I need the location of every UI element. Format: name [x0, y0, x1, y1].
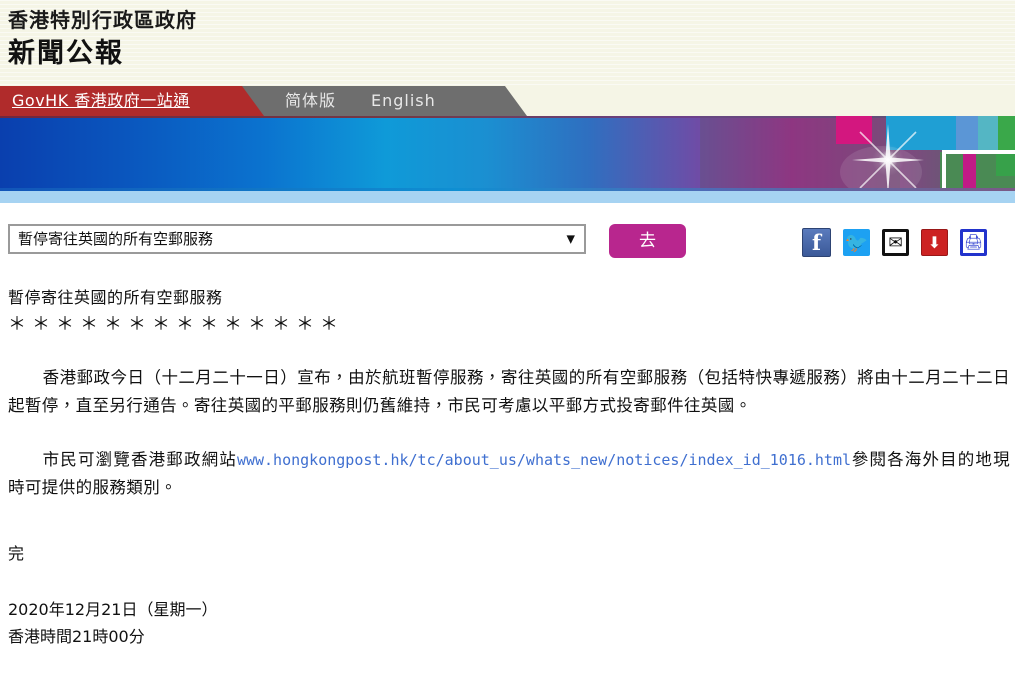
- nav-link-simplified-chinese[interactable]: 简体版: [285, 86, 336, 116]
- banner-sparkle-icon: [852, 124, 924, 191]
- nav-gray-slant-edge: [505, 86, 527, 116]
- chevron-down-icon: ▼: [566, 232, 575, 246]
- print-icon[interactable]: 🖨: [960, 229, 987, 256]
- page-title: 新聞公報: [8, 38, 124, 69]
- article-headline: 暫停寄往英國的所有空郵服務: [8, 288, 223, 307]
- email-glyph: ✉: [888, 233, 903, 253]
- facebook-icon[interactable]: f: [802, 228, 831, 257]
- share-icon-group: f 🐦 ✉ ⬇ 🖨: [802, 228, 987, 257]
- light-blue-divider: [0, 191, 1015, 203]
- download-icon[interactable]: ⬇: [921, 229, 948, 256]
- article-paragraph-2: 市民可瀏覽香港郵政網站www.hongkongpost.hk/tc/about_…: [8, 446, 1010, 502]
- article-body: 暫停寄往英國的所有空郵服務 ＊＊＊＊＊＊＊＊＊＊＊＊＊＊ 香港郵政今日（十二月二…: [8, 286, 1010, 650]
- twitter-glyph: 🐦: [844, 232, 869, 254]
- nav-red-slant-edge: [242, 86, 264, 116]
- article-separator-asterisks: ＊＊＊＊＊＊＊＊＊＊＊＊＊＊: [8, 314, 344, 335]
- government-name: 香港特別行政區政府: [8, 8, 197, 32]
- banner-white-frame: [942, 150, 1015, 191]
- banner-bottom-strip: [0, 188, 1015, 191]
- print-glyph: 🖨: [963, 233, 984, 251]
- news-selector[interactable]: 暫停寄往英國的所有空郵服務 ▼: [8, 224, 586, 254]
- article-paragraph-1: 香港郵政今日（十二月二十一日）宣布，由於航班暫停服務，寄往英國的所有空郵服務（包…: [8, 368, 1010, 415]
- article-paragraph-2-prefix: 市民可瀏覽香港郵政網站: [42, 450, 237, 469]
- news-select-field[interactable]: 暫停寄往英國的所有空郵服務 ▼: [8, 224, 586, 254]
- twitter-icon[interactable]: 🐦: [843, 229, 870, 256]
- download-glyph: ⬇: [927, 233, 942, 252]
- hongkongpost-link[interactable]: www.hongkongpost.hk/tc/about_us/whats_ne…: [237, 451, 851, 469]
- masthead: 香港特別行政區政府 新聞公報: [0, 0, 1015, 86]
- article-time: 香港時間21時00分: [8, 627, 145, 646]
- email-icon[interactable]: ✉: [882, 229, 909, 256]
- facebook-glyph: f: [811, 230, 822, 255]
- article-end-marker: 完: [8, 544, 25, 563]
- nav-link-english[interactable]: English: [371, 86, 436, 116]
- top-navigation-bar: GovHK 香港政府一站通 简体版 English: [0, 86, 1015, 116]
- news-select-value: 暫停寄往英國的所有空郵服務: [18, 230, 214, 248]
- decorative-banner: [0, 116, 1015, 191]
- govhk-link[interactable]: GovHK 香港政府一站通: [12, 86, 190, 116]
- go-button[interactable]: 去: [609, 224, 686, 258]
- article-date: 2020年12月21日（星期一）: [8, 600, 218, 619]
